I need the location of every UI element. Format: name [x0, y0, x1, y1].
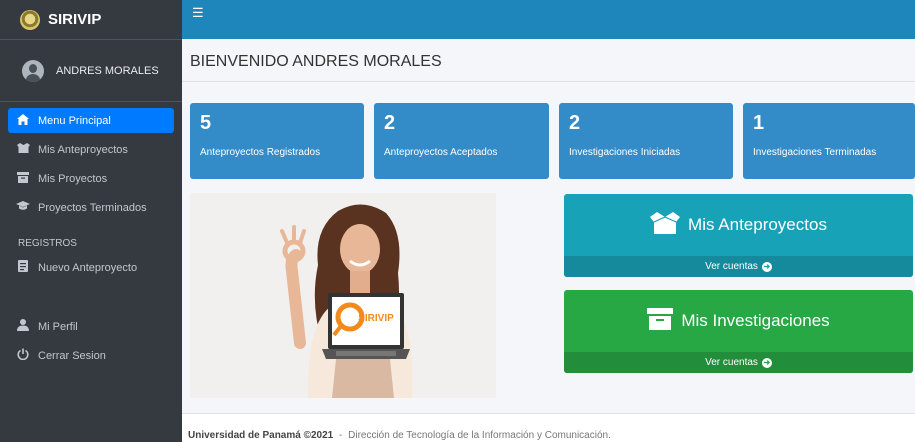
user-tie-icon	[16, 319, 30, 334]
university-seal-icon	[20, 9, 40, 30]
stat-box-anteproyectos-aceptados: 2 Anteproyectos Aceptados	[374, 103, 549, 179]
footer-separator: -	[339, 430, 343, 441]
stat-label: Investigaciones Iniciadas	[569, 147, 681, 158]
hamburger-icon[interactable]: ☰	[192, 5, 204, 21]
sidebar-item-mis-proyectos[interactable]: Mis Proyectos	[8, 166, 174, 191]
woman-with-laptop-illustration: SIRIVIP	[190, 193, 496, 398]
sidebar-item-mi-perfil[interactable]: Mi Perfil	[8, 314, 174, 339]
stat-box-investigaciones-terminadas: 1 Investigaciones Terminadas	[743, 103, 915, 179]
card-header: Mis Investigaciones	[564, 290, 913, 352]
arrow-circle-right-icon: ➜	[761, 261, 772, 272]
stat-box-investigaciones-iniciadas: 2 Investigaciones Iniciadas	[559, 103, 733, 179]
stat-value: 2	[384, 112, 396, 134]
brand-link[interactable]: SIRIVIP	[0, 0, 182, 40]
footer-org: Universidad de Panamá ©2021	[188, 430, 334, 441]
arrow-circle-right-icon: ➜	[761, 357, 772, 368]
sidebar-item-label: Mis Proyectos	[38, 172, 108, 185]
box-open-icon	[16, 142, 30, 157]
app-root: SIRIVIP ANDRES MORALES Menu Principal Mi…	[0, 0, 915, 442]
power-icon	[16, 348, 30, 363]
card-mis-anteproyectos[interactable]: Mis Anteproyectos Ver cuentas ➜	[564, 194, 913, 277]
archive-icon	[16, 171, 30, 186]
laptop-logo-text: SIRIVIP	[358, 313, 394, 324]
sidebar-item-label: Nuevo Anteproyecto	[38, 261, 138, 274]
page-title: BIENVENIDO ANDRES MORALES	[190, 53, 442, 70]
stat-label: Anteproyectos Aceptados	[384, 147, 498, 158]
sidebar-item-cerrar-sesion[interactable]: Cerrar Sesion	[8, 343, 174, 368]
sidebar-item-label: Cerrar Sesion	[38, 349, 106, 362]
box-open-icon	[650, 211, 681, 239]
nav-section-header: REGISTROS	[18, 238, 77, 249]
main-content: BIENVENIDO ANDRES MORALES 5 Anteproyecto…	[182, 39, 915, 442]
stat-box-anteproyectos-registrados: 5 Anteproyectos Registrados	[190, 103, 364, 179]
user-name: ANDRES MORALES	[56, 64, 159, 77]
sidebar-item-nuevo-anteproyecto[interactable]: Nuevo Anteproyecto	[8, 255, 174, 280]
stat-value: 1	[753, 112, 765, 134]
ver-cuentas-link[interactable]: Ver cuentas ➜	[564, 256, 913, 277]
brand-name: SIRIVIP	[48, 11, 102, 28]
file-icon	[16, 260, 30, 275]
graduation-cap-icon	[16, 201, 30, 214]
card-link-label: Ver cuentas	[705, 261, 758, 272]
sidebar: SIRIVIP ANDRES MORALES Menu Principal Mi…	[0, 0, 182, 442]
user-panel[interactable]: ANDRES MORALES	[0, 40, 182, 102]
welcome-photo: SIRIVIP	[190, 193, 496, 398]
stat-label: Anteproyectos Registrados	[200, 147, 321, 158]
card-link-label: Ver cuentas	[705, 357, 758, 368]
page-footer: Universidad de Panamá ©2021 - Dirección …	[182, 413, 915, 442]
stat-label: Investigaciones Terminadas	[753, 147, 877, 158]
stat-value: 2	[569, 112, 581, 134]
sidebar-nav: Menu Principal Mis Anteproyectos Mis Pro…	[0, 102, 182, 378]
card-mis-investigaciones[interactable]: Mis Investigaciones Ver cuentas ➜	[564, 290, 913, 373]
archive-icon	[647, 307, 674, 335]
title-divider	[182, 81, 915, 82]
ver-cuentas-link[interactable]: Ver cuentas ➜	[564, 352, 913, 373]
sidebar-item-menu-principal[interactable]: Menu Principal	[8, 108, 174, 133]
stat-value: 5	[200, 112, 212, 134]
home-icon	[16, 113, 30, 128]
card-header: Mis Anteproyectos	[564, 194, 913, 256]
user-avatar-icon	[22, 59, 44, 82]
sidebar-item-label: Menu Principal	[38, 114, 111, 127]
top-navbar: ☰	[182, 0, 915, 39]
sidebar-item-label: Mis Anteproyectos	[38, 143, 128, 156]
card-title: Mis Investigaciones	[681, 311, 830, 330]
sidebar-item-label: Mi Perfil	[38, 320, 78, 333]
sidebar-item-mis-anteproyectos[interactable]: Mis Anteproyectos	[8, 137, 174, 162]
footer-dept: Dirección de Tecnología de la Informació…	[348, 430, 611, 441]
sidebar-item-proyectos-terminados[interactable]: Proyectos Terminados	[8, 195, 174, 220]
card-title: Mis Anteproyectos	[688, 215, 827, 234]
sidebar-item-label: Proyectos Terminados	[38, 201, 147, 214]
